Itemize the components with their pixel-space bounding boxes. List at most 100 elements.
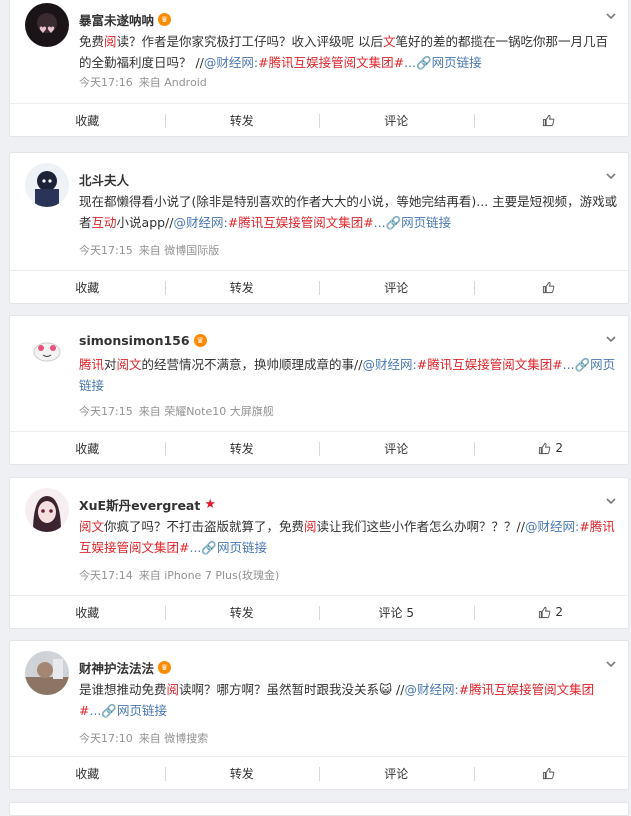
timestamp[interactable]: 今天17:15 [79, 405, 133, 418]
weibo-card: 北斗夫人现在都懒得看小说了(除非是特别喜欢的作者大大的小说，等她完结再看)...… [9, 152, 629, 304]
action-bar: 收藏 转发 评论 [10, 270, 628, 303]
favorite-button[interactable]: 收藏 [10, 104, 165, 136]
text-segment[interactable]: 文 [383, 34, 396, 49]
web-link[interactable]: 🔗网页链接 [101, 703, 167, 718]
favorite-button[interactable]: 收藏 [10, 757, 165, 789]
vip-crown-icon: ♛ [158, 661, 172, 674]
favorite-button[interactable]: 收藏 [10, 432, 165, 464]
like-button[interactable] [473, 757, 629, 789]
text-segment: 小说app// [116, 215, 174, 230]
text-segment[interactable]: 阅 [104, 34, 117, 49]
chevron-down-icon[interactable] [604, 169, 618, 183]
hashtag-link[interactable]: #腾讯互娱接管阅文集团# [258, 55, 404, 70]
text-segment: 读让我们这些小作者怎么办啊？？？// [316, 519, 525, 534]
avatar[interactable] [25, 163, 69, 207]
text-segment[interactable]: 阅文 [117, 357, 142, 372]
text-segment[interactable]: ... [374, 215, 386, 230]
repost-label: 转发 [229, 113, 254, 128]
source: 来自 Android [138, 76, 207, 89]
favorite-button[interactable]: 收藏 [10, 596, 165, 628]
mention-link[interactable]: @财经网 [173, 215, 223, 230]
repost-button[interactable]: 转发 [164, 432, 320, 464]
text-segment[interactable]: 互动 [92, 215, 117, 230]
like-count: 2 [555, 605, 564, 619]
username[interactable]: 北斗夫人 [79, 170, 129, 189]
web-link[interactable]: 🔗网页链接 [201, 540, 267, 555]
favorite-label: 收藏 [75, 766, 100, 781]
comment-label: 评论 5 [378, 605, 414, 620]
username[interactable]: XuE斯丹evergreat ★ [79, 495, 216, 514]
mention-link[interactable]: @财经网 [204, 55, 254, 70]
card-body: ♥♥ 暴富未遂呐呐 ♛ 免费阅读？作者是你家究极打工仔吗？收入评级呢 以后文笔好的差的… [10, 0, 628, 105]
text-segment[interactable]: ... [189, 540, 201, 555]
mention-link[interactable]: @财经网 [525, 519, 575, 534]
text-segment: 是谁想推动免费 [79, 682, 167, 697]
card-body: 财神护法法法 ♛ 是谁想推动免费阅读啊？哪方啊？虽然暂时跟我没关系😺 //@财经网:… [10, 641, 628, 758]
username[interactable]: 财神护法法法 ♛ [79, 658, 172, 677]
text-segment[interactable]: 阅文 [79, 519, 104, 534]
post-text: 现在都懒得看小说了(除非是特别喜欢的作者大大的小说，等她完结再看)... 主要是… [79, 191, 619, 233]
timestamp[interactable]: 今天17:15 [79, 244, 133, 257]
text-segment[interactable]: 阅 [167, 682, 180, 697]
favorite-label: 收藏 [75, 113, 100, 128]
chevron-down-icon[interactable] [604, 494, 618, 508]
chevron-down-icon[interactable] [604, 332, 618, 346]
chevron-down-icon[interactable] [604, 9, 618, 23]
username-text[interactable]: simonsimon156 [79, 333, 190, 348]
text-segment[interactable]: ... [563, 357, 575, 372]
username-text[interactable]: XuE斯丹evergreat [79, 495, 200, 514]
username-text[interactable]: 北斗夫人 [79, 170, 129, 189]
mention-link[interactable]: @财经网 [362, 357, 412, 372]
comment-button[interactable]: 评论 [319, 757, 474, 789]
text-segment[interactable]: ... [89, 703, 101, 718]
repost-button[interactable]: 转发 [164, 271, 320, 303]
action-bar: 收藏 转发 评论 [10, 103, 628, 136]
text-segment[interactable]: 腾讯 [79, 357, 104, 372]
avatar[interactable] [25, 651, 69, 695]
repost-button[interactable]: 转发 [164, 104, 320, 136]
mention-link[interactable]: @财经网 [404, 682, 454, 697]
like-button[interactable] [473, 271, 629, 303]
text-segment[interactable]: 阅 [304, 519, 317, 534]
text-segment[interactable]: ... [404, 55, 416, 70]
text-segment: 对 [104, 357, 117, 372]
thumbs-up-icon [542, 767, 555, 780]
avatar[interactable] [25, 326, 69, 370]
avatar[interactable]: ♥♥ [25, 3, 69, 47]
like-button[interactable]: 2 [473, 432, 629, 464]
favorite-label: 收藏 [75, 441, 100, 456]
like-button[interactable] [473, 104, 629, 136]
username[interactable]: 暴富未遂呐呐 ♛ [79, 10, 172, 29]
post-meta: 今天17:15 来自 微博国际版 [79, 242, 225, 258]
source: 来自 微博搜索 [138, 732, 209, 745]
repost-button[interactable]: 转发 [164, 757, 320, 789]
hashtag-link[interactable]: #腾讯互娱接管阅文集团# [228, 215, 374, 230]
favorite-button[interactable]: 收藏 [10, 271, 165, 303]
post-meta: 今天17:16 来自 Android [79, 74, 213, 90]
weibo-card: ♥♥ 暴富未遂呐呐 ♛ 免费阅读？作者是你家究极打工仔吗？收入评级呢 以后文笔好的差的… [9, 0, 629, 137]
chevron-down-icon[interactable] [604, 657, 618, 671]
timestamp[interactable]: 今天17:10 [79, 732, 133, 745]
timestamp[interactable]: 今天17:16 [79, 76, 133, 89]
username[interactable]: simonsimon156 ♛ [79, 333, 207, 348]
repost-label: 转发 [229, 441, 254, 456]
like-button[interactable]: 2 [473, 596, 629, 628]
comment-button[interactable]: 评论 [319, 432, 474, 464]
post-text: 免费阅读？作者是你家究极打工仔吗？收入评级呢 以后文笔好的差的都揽在一锅吃你那一… [79, 31, 619, 73]
repost-button[interactable]: 转发 [164, 596, 320, 628]
web-link[interactable]: 🔗网页链接 [416, 55, 482, 70]
comment-button[interactable]: 评论 [319, 271, 474, 303]
hashtag-link[interactable]: #腾讯互娱接管阅文集团# [417, 357, 563, 372]
vip-crown-icon: ♛ [193, 334, 207, 347]
post-meta: 今天17:10 来自 微博搜索 [79, 730, 214, 746]
avatar[interactable] [25, 488, 69, 532]
comment-label: 评论 [384, 766, 409, 781]
thumbs-up-icon [542, 281, 555, 294]
comment-button[interactable]: 评论 5 [319, 596, 474, 628]
comment-button[interactable]: 评论 [319, 104, 474, 136]
thumbs-up-icon [542, 114, 555, 127]
username-text[interactable]: 财神护法法法 [79, 658, 154, 677]
web-link[interactable]: 🔗网页链接 [386, 215, 452, 230]
username-text[interactable]: 暴富未遂呐呐 [79, 10, 154, 29]
timestamp[interactable]: 今天17:14 [79, 569, 133, 582]
